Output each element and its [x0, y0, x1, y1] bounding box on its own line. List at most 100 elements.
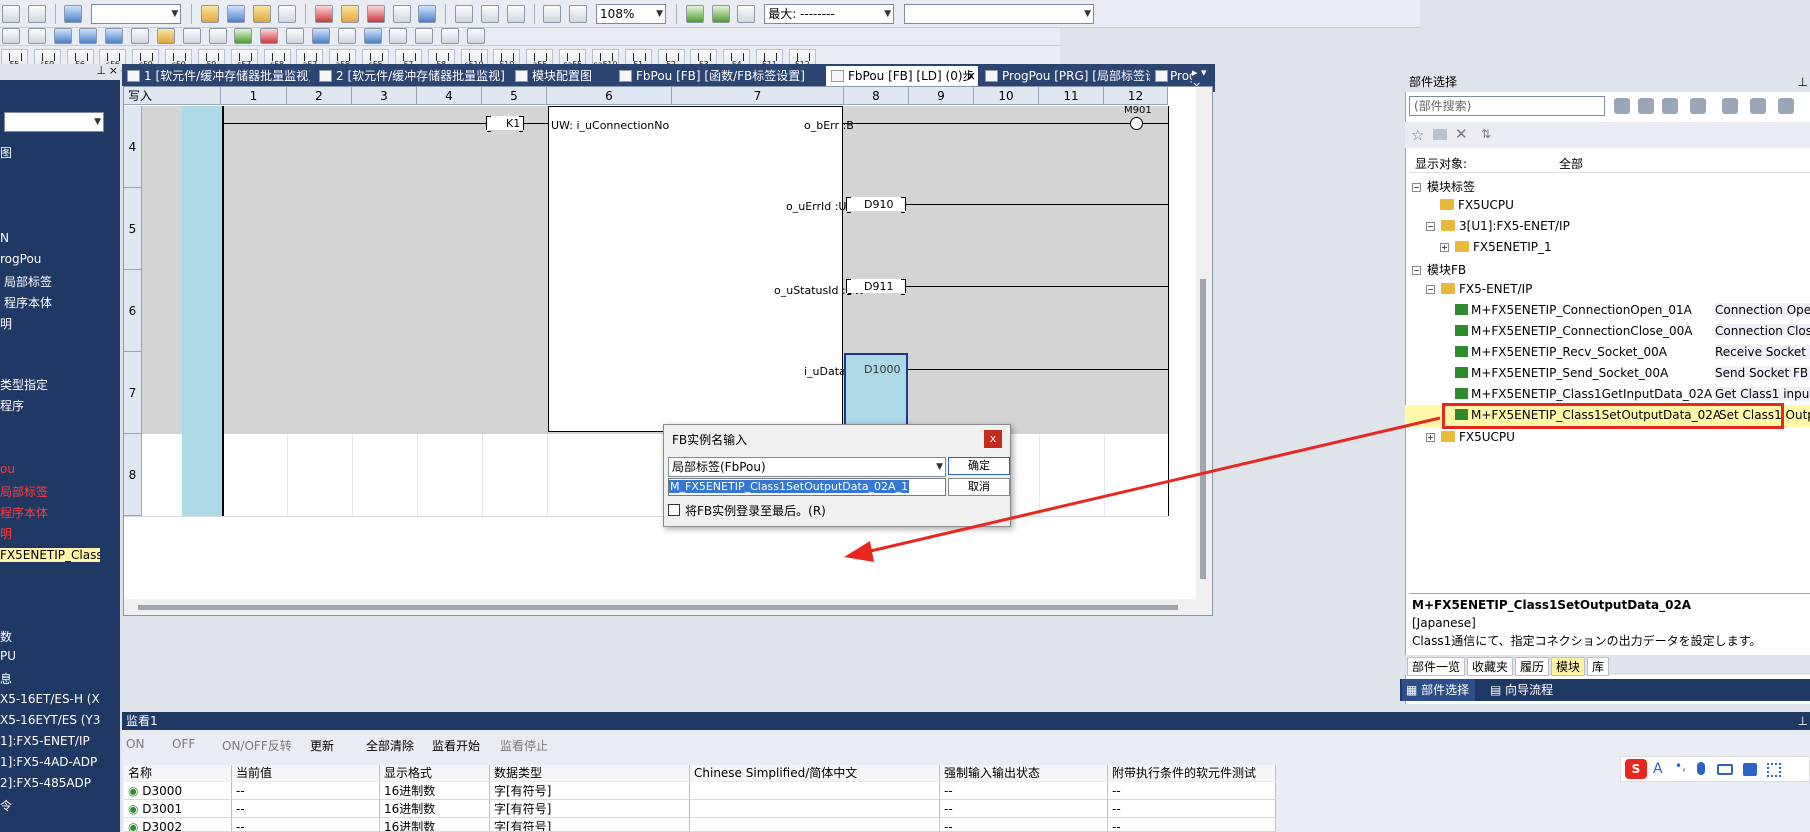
- nav-item[interactable]: PU: [0, 649, 16, 663]
- fb-icon[interactable]: [79, 28, 98, 44]
- append-checkbox[interactable]: [668, 504, 680, 516]
- binoculars-down-icon[interactable]: [1662, 98, 1678, 114]
- ime-logo[interactable]: S: [1625, 759, 1647, 779]
- ime-mode[interactable]: A: [1653, 761, 1663, 777]
- transfer-icon[interactable]: [311, 28, 330, 44]
- nav-item[interactable]: X5-16ET/ES-H (X: [0, 692, 100, 706]
- star-icon[interactable]: ☆: [1411, 126, 1424, 144]
- tree-fb-item[interactable]: M+FX5ENETIP_ConnectionClose_00A: [1455, 324, 1692, 338]
- check-all-icon[interactable]: [711, 5, 730, 23]
- watch-col-format[interactable]: 显示格式: [380, 765, 490, 781]
- tab-module[interactable]: 模块: [1551, 657, 1586, 676]
- tree-enet-group[interactable]: − FX5-ENET/IP: [1426, 282, 1532, 296]
- nav-item[interactable]: 明: [0, 315, 12, 332]
- tree-fb-item[interactable]: M+FX5ENETIP_Recv_Socket_00A: [1455, 345, 1667, 359]
- tab-parts-list[interactable]: 部件一览: [1407, 657, 1466, 676]
- read-plc-icon[interactable]: [200, 5, 219, 23]
- close-tab-icon[interactable]: ×: [966, 66, 976, 86]
- nav-item-selected[interactable]: FX5ENETIP_Class: [0, 548, 100, 562]
- watch-cell[interactable]: 16进制数: [380, 818, 490, 832]
- monitor-start-button[interactable]: 监看开始: [432, 737, 480, 754]
- watch-col-name[interactable]: 名称: [124, 765, 232, 781]
- verify-icon[interactable]: [252, 5, 271, 23]
- tree-fb-item[interactable]: M+FX5ENETIP_Class1GetInputData_02A: [1455, 387, 1712, 401]
- fb-block[interactable]: [548, 106, 843, 432]
- nav-item[interactable]: 数: [0, 628, 12, 645]
- tree-fb-item[interactable]: M+FX5ENETIP_ConnectionOpen_01A: [1455, 303, 1692, 317]
- device-list-icon[interactable]: [182, 28, 201, 44]
- nav-item[interactable]: 息: [0, 670, 12, 687]
- redo-icon[interactable]: [27, 5, 46, 23]
- pin-icon[interactable]: ⊥: [1798, 72, 1808, 92]
- monitor-start-icon[interactable]: [315, 5, 334, 23]
- monitor-icon[interactable]: [363, 28, 382, 44]
- convert-icon[interactable]: [234, 28, 253, 44]
- tab-wizard-flow[interactable]: ▤ 向导流程: [1486, 679, 1557, 701]
- copy-icon[interactable]: [1690, 98, 1706, 114]
- write-mode-combo[interactable]: 写入: [124, 87, 221, 105]
- struct-icon[interactable]: [131, 28, 150, 44]
- watch-col-force[interactable]: 强制输入输出状态: [940, 765, 1108, 781]
- more-icon[interactable]: [1778, 98, 1794, 114]
- collapse-icon[interactable]: −: [1412, 183, 1421, 192]
- microphone-icon[interactable]: [1697, 762, 1705, 775]
- nav-filter-combo[interactable]: 全部: [4, 112, 104, 132]
- tab-batch-monitor-1[interactable]: 1 [软元件/缓冲存储器批量监视]: [122, 66, 310, 86]
- collapse-icon[interactable]: −: [1412, 266, 1421, 275]
- skin-icon[interactable]: [1743, 763, 1757, 776]
- nav-item[interactable]: 令: [0, 797, 12, 814]
- nav-item[interactable]: 2]:FX5-485ADP: [0, 776, 91, 790]
- nav-item[interactable]: 程序本体: [4, 294, 52, 311]
- nav-item[interactable]: 1]:FX5-ENET/IP: [0, 734, 90, 748]
- pin-icon[interactable]: ⊥: [1798, 712, 1808, 730]
- watch-cell[interactable]: ◉ D3000: [124, 782, 232, 800]
- undo-icon[interactable]: [2, 5, 20, 23]
- param-icon[interactable]: [389, 28, 408, 44]
- keyboard-icon[interactable]: [1717, 764, 1733, 775]
- nav-item[interactable]: N: [0, 231, 9, 245]
- delete-icon[interactable]: ✕: [1455, 125, 1468, 143]
- monitor-stop-button[interactable]: 监看停止: [500, 737, 548, 754]
- export-icon[interactable]: [1722, 98, 1738, 114]
- tree-module-fb[interactable]: − 模块FB: [1412, 261, 1466, 278]
- folder-add-icon[interactable]: [1433, 129, 1447, 140]
- clear-icon[interactable]: [1750, 98, 1766, 114]
- zoom-in-icon[interactable]: [543, 5, 562, 23]
- table-icon[interactable]: [105, 28, 124, 44]
- nav-item[interactable]: 局部标签: [0, 483, 48, 500]
- collapse-icon[interactable]: −: [1426, 222, 1435, 231]
- horizontal-scroll-thumb[interactable]: [138, 605, 1178, 610]
- max-combo[interactable]: 最大: --------: [764, 4, 895, 24]
- watch-cell[interactable]: 16进制数: [380, 782, 490, 800]
- display-target-value[interactable]: 全部: [1559, 155, 1583, 172]
- watch-col-value[interactable]: 当前值: [232, 765, 380, 781]
- ladder-view-icon[interactable]: [27, 28, 46, 44]
- program-icon[interactable]: [53, 28, 72, 44]
- convert-all-icon[interactable]: [260, 28, 279, 44]
- replace-icon[interactable]: [480, 5, 499, 23]
- tab-batch-monitor-2[interactable]: 2 [软元件/缓冲存储器批量监视]: [314, 66, 506, 86]
- binoculars-up-icon[interactable]: [1638, 98, 1654, 114]
- grid-icon[interactable]: [415, 28, 434, 44]
- clear-all-button[interactable]: 全部清除: [366, 737, 414, 754]
- watch-col-test[interactable]: 附带执行条件的软元件测试: [1108, 765, 1276, 781]
- tab-parts-selection[interactable]: ▦ 部件选择: [1402, 679, 1476, 701]
- on-button[interactable]: ON: [126, 737, 144, 751]
- comment-icon[interactable]: [208, 28, 227, 44]
- tree-enet-slot[interactable]: −3[U1]:FX5-ENET/IP: [1426, 219, 1570, 233]
- nav-item[interactable]: 局部标签: [4, 273, 52, 290]
- watch-cell[interactable]: ◉ D3002: [124, 818, 232, 832]
- sort-icon[interactable]: ⇅: [1481, 127, 1491, 141]
- search-combo[interactable]: [91, 4, 182, 24]
- arrow-icon[interactable]: [737, 5, 756, 23]
- watch-cell[interactable]: ◉ D3001: [124, 800, 232, 818]
- monitor-stop-icon[interactable]: [340, 5, 359, 23]
- tree-fx5ucpu[interactable]: FX5UCPU: [1440, 198, 1514, 212]
- coil[interactable]: [1130, 117, 1143, 130]
- off-button[interactable]: OFF: [172, 737, 195, 751]
- nav-item[interactable]: 图: [0, 144, 12, 161]
- tree-fx5enetip-1[interactable]: + FX5ENETIP_1: [1440, 240, 1552, 254]
- nav-item[interactable]: 程序: [0, 397, 24, 414]
- tab-history[interactable]: 履历: [1515, 657, 1550, 676]
- window-icon[interactable]: [506, 5, 525, 23]
